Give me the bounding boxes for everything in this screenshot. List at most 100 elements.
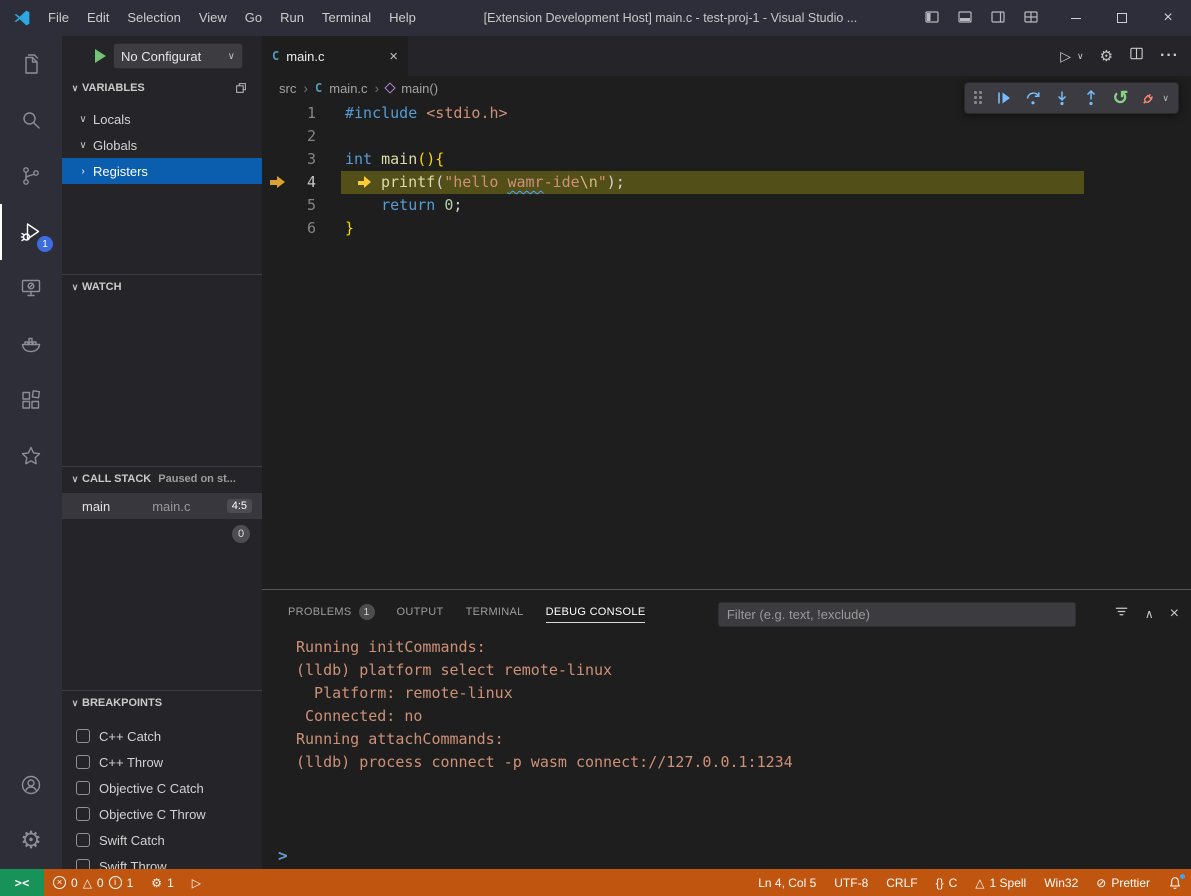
more-actions-icon[interactable]: ··· bbox=[1160, 47, 1179, 65]
code-editor[interactable]: 1#include <stdio.h>23int main(){4printf(… bbox=[262, 100, 1191, 589]
run-file-button[interactable]: ▷ bbox=[1060, 48, 1071, 65]
search-icon[interactable] bbox=[0, 92, 62, 148]
panel-tab-problems[interactable]: PROBLEMS1 bbox=[288, 604, 375, 624]
call-stack-header[interactable]: ∨ CALL STACK Paused on st... bbox=[62, 467, 262, 491]
status-crlf[interactable]: CRLF bbox=[877, 869, 926, 896]
line-text[interactable]: int main(){ bbox=[341, 148, 444, 171]
breakpoint-objective-c-throw[interactable]: Objective C Throw bbox=[62, 801, 262, 827]
continue-button[interactable] bbox=[994, 88, 1014, 108]
restart-button[interactable]: ↺ bbox=[1110, 88, 1130, 108]
status-c[interactable]: {}C bbox=[927, 869, 967, 896]
breadcrumb-src[interactable]: src bbox=[279, 81, 296, 96]
code-line-3[interactable]: 3int main(){ bbox=[262, 148, 1191, 171]
breakpoints-header[interactable]: ∨ BREAKPOINTS bbox=[62, 691, 262, 715]
console-filter-input[interactable] bbox=[718, 602, 1076, 627]
close-panel-icon[interactable]: × bbox=[1170, 605, 1179, 623]
gutter[interactable]: 1 bbox=[262, 102, 341, 125]
breakpoint-c-catch[interactable]: C++ Catch bbox=[62, 723, 262, 749]
maximize-button[interactable] bbox=[1099, 0, 1145, 36]
close-button[interactable]: × bbox=[1145, 0, 1191, 36]
remote-explorer-icon[interactable] bbox=[0, 260, 62, 316]
disconnect-button[interactable] bbox=[1139, 88, 1159, 108]
remote-indicator[interactable]: >< bbox=[0, 869, 44, 896]
variables-header[interactable]: ∨ VARIABLES bbox=[62, 76, 262, 100]
variables-item-registers[interactable]: ›Registers bbox=[62, 158, 262, 184]
menu-run[interactable]: Run bbox=[271, 0, 313, 36]
breakpoint-objective-c-catch[interactable]: Objective C Catch bbox=[62, 775, 262, 801]
gutter[interactable]: 4 bbox=[262, 171, 341, 194]
minimize-button[interactable] bbox=[1053, 0, 1099, 36]
status-1-spell[interactable]: △1 Spell bbox=[966, 869, 1035, 896]
status-utf-8[interactable]: UTF-8 bbox=[825, 869, 877, 896]
line-text[interactable]: } bbox=[341, 217, 354, 240]
code-line-5[interactable]: 5 return 0; bbox=[262, 194, 1191, 217]
status-win32[interactable]: Win32 bbox=[1035, 869, 1087, 896]
editor-tab-main-c[interactable]: C main.c × bbox=[262, 36, 408, 76]
breakpoint-checkbox[interactable] bbox=[76, 781, 90, 795]
breakpoint-checkbox[interactable] bbox=[76, 755, 90, 769]
menu-edit[interactable]: Edit bbox=[78, 0, 118, 36]
settings-gear-icon[interactable]: ⚙ bbox=[0, 813, 62, 869]
account-icon[interactable] bbox=[0, 757, 62, 813]
gutter[interactable]: 5 bbox=[262, 194, 341, 217]
menu-go[interactable]: Go bbox=[236, 0, 271, 36]
toggle-panel-icon[interactable] bbox=[957, 9, 973, 28]
variables-item-locals[interactable]: ∨Locals bbox=[62, 106, 262, 132]
line-text[interactable] bbox=[341, 125, 345, 148]
copy-icon[interactable] bbox=[234, 81, 248, 95]
step-over-button[interactable] bbox=[1023, 88, 1043, 108]
toggle-secondary-sidebar-icon[interactable] bbox=[990, 9, 1006, 28]
code-line-4[interactable]: 4printf("hello wamr-ide\n"); bbox=[262, 171, 1191, 194]
breakpoint-checkbox[interactable] bbox=[76, 807, 90, 821]
docker-icon[interactable] bbox=[0, 316, 62, 372]
drag-grip-icon[interactable] bbox=[974, 91, 983, 105]
menu-selection[interactable]: Selection bbox=[118, 0, 189, 36]
start-debug-icon[interactable] bbox=[95, 49, 106, 63]
panel-tab-terminal[interactable]: TERMINAL bbox=[466, 606, 524, 622]
gutter[interactable]: 3 bbox=[262, 148, 341, 171]
status-prettier[interactable]: ⊘Prettier bbox=[1087, 869, 1159, 896]
menu-view[interactable]: View bbox=[190, 0, 236, 36]
breakpoint-c-throw[interactable]: C++ Throw bbox=[62, 749, 262, 775]
tab-close-icon[interactable]: × bbox=[389, 48, 398, 65]
filter-lines-icon[interactable] bbox=[1114, 604, 1129, 624]
watch-header[interactable]: ∨ WATCH bbox=[62, 275, 262, 299]
stack-frame-row[interactable]: main main.c 4:5 bbox=[62, 493, 262, 519]
line-text[interactable]: #include <stdio.h> bbox=[341, 102, 508, 125]
line-text[interactable]: printf("hello wamr-ide\n"); bbox=[341, 171, 1084, 194]
source-control-icon[interactable] bbox=[0, 148, 62, 204]
customize-layout-icon[interactable] bbox=[1023, 9, 1039, 28]
toggle-sidebar-icon[interactable] bbox=[924, 9, 940, 28]
breakpoint-swift-catch[interactable]: Swift Catch bbox=[62, 827, 262, 853]
chevron-down-icon[interactable]: ∨ bbox=[1077, 51, 1084, 62]
step-into-button[interactable] bbox=[1052, 88, 1072, 108]
tools-status[interactable]: ⚙ 1 bbox=[142, 869, 182, 896]
breakpoint-checkbox[interactable] bbox=[76, 729, 90, 743]
maximize-panel-icon[interactable]: ∧ bbox=[1145, 607, 1154, 621]
code-line-2[interactable]: 2 bbox=[262, 125, 1191, 148]
chevron-down-icon[interactable]: ∨ bbox=[1162, 93, 1169, 104]
launch-config-dropdown[interactable]: No Configurat ∨ bbox=[113, 43, 243, 69]
gear-icon[interactable]: ⚙ bbox=[1100, 47, 1113, 65]
code-line-6[interactable]: 6} bbox=[262, 217, 1191, 240]
star-icon[interactable] bbox=[0, 428, 62, 484]
gutter[interactable]: 6 bbox=[262, 217, 341, 240]
run-and-debug-icon[interactable]: 1 bbox=[0, 204, 62, 260]
console-prompt-icon[interactable]: > bbox=[278, 846, 288, 865]
notifications-status[interactable] bbox=[1159, 869, 1191, 896]
extensions-icon[interactable] bbox=[0, 372, 62, 428]
menu-file[interactable]: File bbox=[39, 0, 78, 36]
menu-terminal[interactable]: Terminal bbox=[313, 0, 380, 36]
menu-help[interactable]: Help bbox=[380, 0, 425, 36]
breadcrumb-symbol[interactable]: main() bbox=[401, 81, 438, 96]
breadcrumb-file[interactable]: main.c bbox=[329, 81, 367, 96]
problems-status[interactable]: × 0 △ 0 i 1 bbox=[44, 869, 142, 896]
panel-tab-debug-console[interactable]: DEBUG CONSOLE bbox=[546, 606, 646, 623]
line-text[interactable]: return 0; bbox=[341, 194, 462, 217]
debug-console-output[interactable]: Running initCommands:(lldb) platform sel… bbox=[262, 632, 1191, 869]
split-editor-icon[interactable] bbox=[1129, 46, 1144, 66]
variables-item-globals[interactable]: ∨Globals bbox=[62, 132, 262, 158]
step-out-button[interactable] bbox=[1081, 88, 1101, 108]
debug-status[interactable]: ▷ bbox=[183, 869, 210, 896]
gutter[interactable]: 2 bbox=[262, 125, 341, 148]
